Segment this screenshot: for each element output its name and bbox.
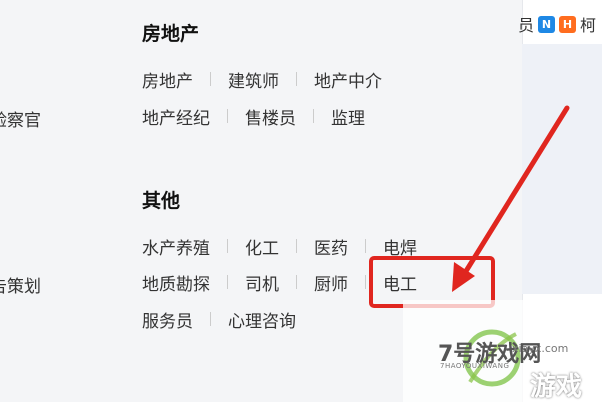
watermark-subtitle: 游戏 <box>530 372 583 402</box>
job-category-page: 验察官 告策划 房地产 房地产 建筑师 地产中介 地产经纪 售楼员 监理 其他 … <box>0 0 602 402</box>
watermark-pinyin: 7HAOYOUXIWANG <box>440 362 510 370</box>
watermark-domain: xiayx.com <box>512 342 569 355</box>
